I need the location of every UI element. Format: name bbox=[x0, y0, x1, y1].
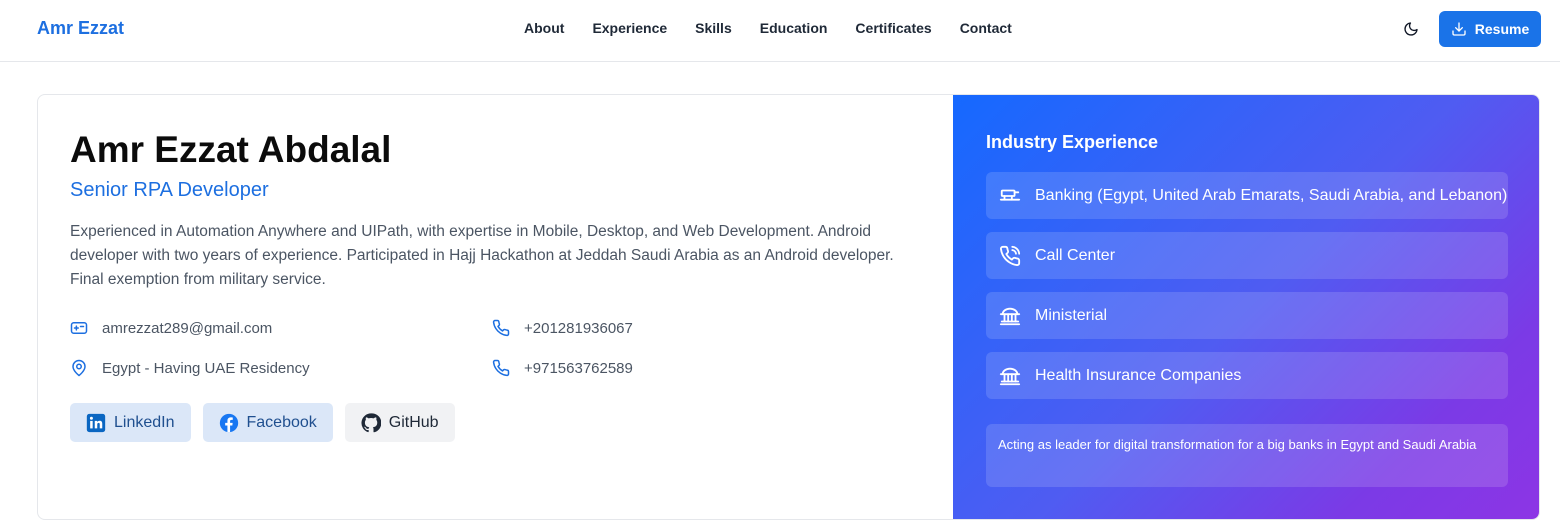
github-icon bbox=[361, 412, 381, 432]
nav-link-skills[interactable]: Skills bbox=[695, 20, 732, 36]
resume-button[interactable]: Resume bbox=[1439, 11, 1541, 47]
facebook-label: Facebook bbox=[246, 413, 317, 431]
industry-item-label: Call Center bbox=[1035, 246, 1116, 264]
nav-link-experience[interactable]: Experience bbox=[592, 20, 667, 36]
industry-item-ministerial: Ministerial bbox=[986, 292, 1508, 339]
email-icon bbox=[70, 319, 88, 337]
brand-logo[interactable]: Amr Ezzat bbox=[37, 18, 124, 39]
navbar: Amr Ezzat About Experience Skills Educat… bbox=[0, 0, 1560, 62]
industry-item-health-insurance: Health Insurance Companies bbox=[986, 352, 1508, 399]
contact-phone-2[interactable]: +971563762589 bbox=[492, 359, 633, 377]
phone-call-icon bbox=[998, 244, 1022, 268]
contact-location-text: Egypt - Having UAE Residency bbox=[102, 359, 310, 377]
contact-email-text: amrezzat289@gmail.com bbox=[102, 319, 273, 337]
contact-phone-2-text: +971563762589 bbox=[524, 359, 633, 377]
nav-links: About Experience Skills Education Certif… bbox=[524, 20, 1012, 36]
building-icon bbox=[998, 304, 1022, 328]
contact-phone-1[interactable]: +201281936067 bbox=[492, 319, 633, 337]
industry-item-label: Health Insurance Companies bbox=[1035, 366, 1242, 384]
nav-link-education[interactable]: Education bbox=[760, 20, 828, 36]
contact-phone-1-text: +201281936067 bbox=[524, 319, 633, 337]
linkedin-button[interactable]: LinkedIn bbox=[70, 403, 191, 442]
profile-name: Amr Ezzat Abdalal bbox=[70, 129, 392, 170]
industry-item-banking: Banking (Egypt, United Arab Emarats, Sau… bbox=[986, 172, 1508, 219]
linkedin-icon bbox=[86, 413, 106, 432]
theme-toggle-button[interactable] bbox=[1399, 17, 1423, 41]
resume-button-label: Resume bbox=[1474, 21, 1530, 37]
phone-icon bbox=[492, 359, 510, 377]
nav-link-about[interactable]: About bbox=[524, 20, 564, 36]
contact-location: Egypt - Having UAE Residency bbox=[70, 359, 310, 377]
profile-title: Senior RPA Developer bbox=[70, 179, 269, 201]
industry-item-label: Ministerial bbox=[1035, 306, 1108, 324]
github-label: GitHub bbox=[388, 413, 439, 431]
bank-icon bbox=[998, 184, 1022, 208]
phone-icon bbox=[492, 319, 510, 337]
industry-title: Industry Experience bbox=[986, 132, 1159, 152]
nav-link-contact[interactable]: Contact bbox=[960, 20, 1012, 36]
industry-panel: Industry Experience Banking (Egypt, Unit… bbox=[953, 95, 1539, 519]
profile-panel: Amr Ezzat Abdalal Senior RPA Developer E… bbox=[38, 95, 953, 519]
hero-card: Amr Ezzat Abdalal Senior RPA Developer E… bbox=[37, 94, 1540, 520]
social-links: LinkedIn Facebook GitHub bbox=[70, 403, 455, 442]
github-button[interactable]: GitHub bbox=[344, 403, 455, 442]
linkedin-label: LinkedIn bbox=[114, 413, 175, 431]
facebook-icon bbox=[219, 413, 238, 432]
location-pin-icon bbox=[70, 359, 88, 377]
industry-note: Acting as leader for digital transformat… bbox=[986, 424, 1508, 487]
building-icon bbox=[998, 364, 1022, 388]
profile-bio: Experienced in Automation Anywhere and U… bbox=[70, 223, 894, 288]
contact-email[interactable]: amrezzat289@gmail.com bbox=[70, 319, 272, 337]
moon-icon bbox=[1404, 22, 1418, 36]
industry-item-label: Banking (Egypt, United Arab Emarats, Sau… bbox=[1035, 186, 1508, 204]
nav-link-certificates[interactable]: Certificates bbox=[855, 20, 931, 36]
download-icon bbox=[1452, 22, 1466, 36]
industry-item-call-center: Call Center bbox=[986, 232, 1508, 279]
facebook-button[interactable]: Facebook bbox=[202, 403, 333, 442]
